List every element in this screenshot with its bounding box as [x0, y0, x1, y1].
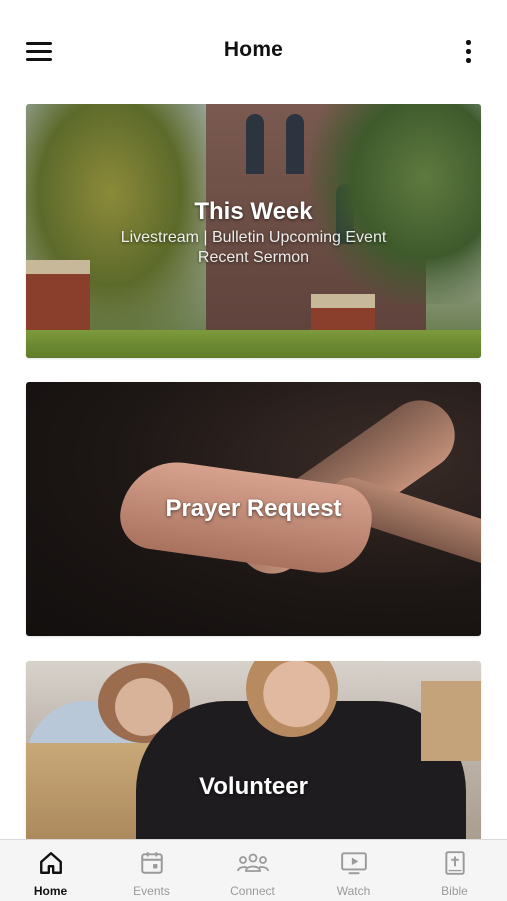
- tv-play-icon: [340, 852, 367, 875]
- calendar-icon: [140, 852, 163, 874]
- card-subtitle-line: Livestream | Bulletin Upcoming Event: [120, 229, 387, 246]
- tab-events[interactable]: Events: [101, 840, 202, 901]
- card-title: Prayer Request: [165, 495, 342, 522]
- home-icon: [39, 852, 62, 874]
- more-vertical-icon[interactable]: [456, 36, 480, 68]
- page-title: Home: [223, 38, 284, 61]
- card-title: This Week: [194, 198, 313, 225]
- card-prayer-request[interactable]: Prayer Request: [26, 382, 481, 636]
- tab-label: Bible: [441, 884, 468, 898]
- card-background-image: [26, 661, 481, 851]
- app-header: Home: [0, 0, 507, 92]
- tab-bible[interactable]: Bible: [404, 840, 505, 901]
- card-title: Volunteer: [199, 773, 308, 800]
- tab-label: Watch: [336, 884, 371, 898]
- people-icon: [236, 853, 269, 872]
- tab-label: Connect: [230, 884, 275, 898]
- bible-cross-icon: [444, 851, 465, 875]
- tab-label: Events: [133, 884, 170, 898]
- tab-connect[interactable]: Connect: [202, 840, 303, 901]
- tab-label: Home: [33, 884, 68, 898]
- tab-home[interactable]: Home: [0, 840, 101, 901]
- card-subtitle: Livestream | Bulletin Upcoming Event Rec…: [26, 228, 481, 268]
- bottom-tab-bar: Home Events Connect Watch Bible: [0, 839, 507, 901]
- tab-watch[interactable]: Watch: [303, 840, 404, 901]
- card-subtitle-line: Recent Sermon: [197, 249, 310, 266]
- card-this-week[interactable]: This Week Livestream | Bulletin Upcoming…: [26, 104, 481, 358]
- card-volunteer[interactable]: Volunteer: [26, 661, 481, 851]
